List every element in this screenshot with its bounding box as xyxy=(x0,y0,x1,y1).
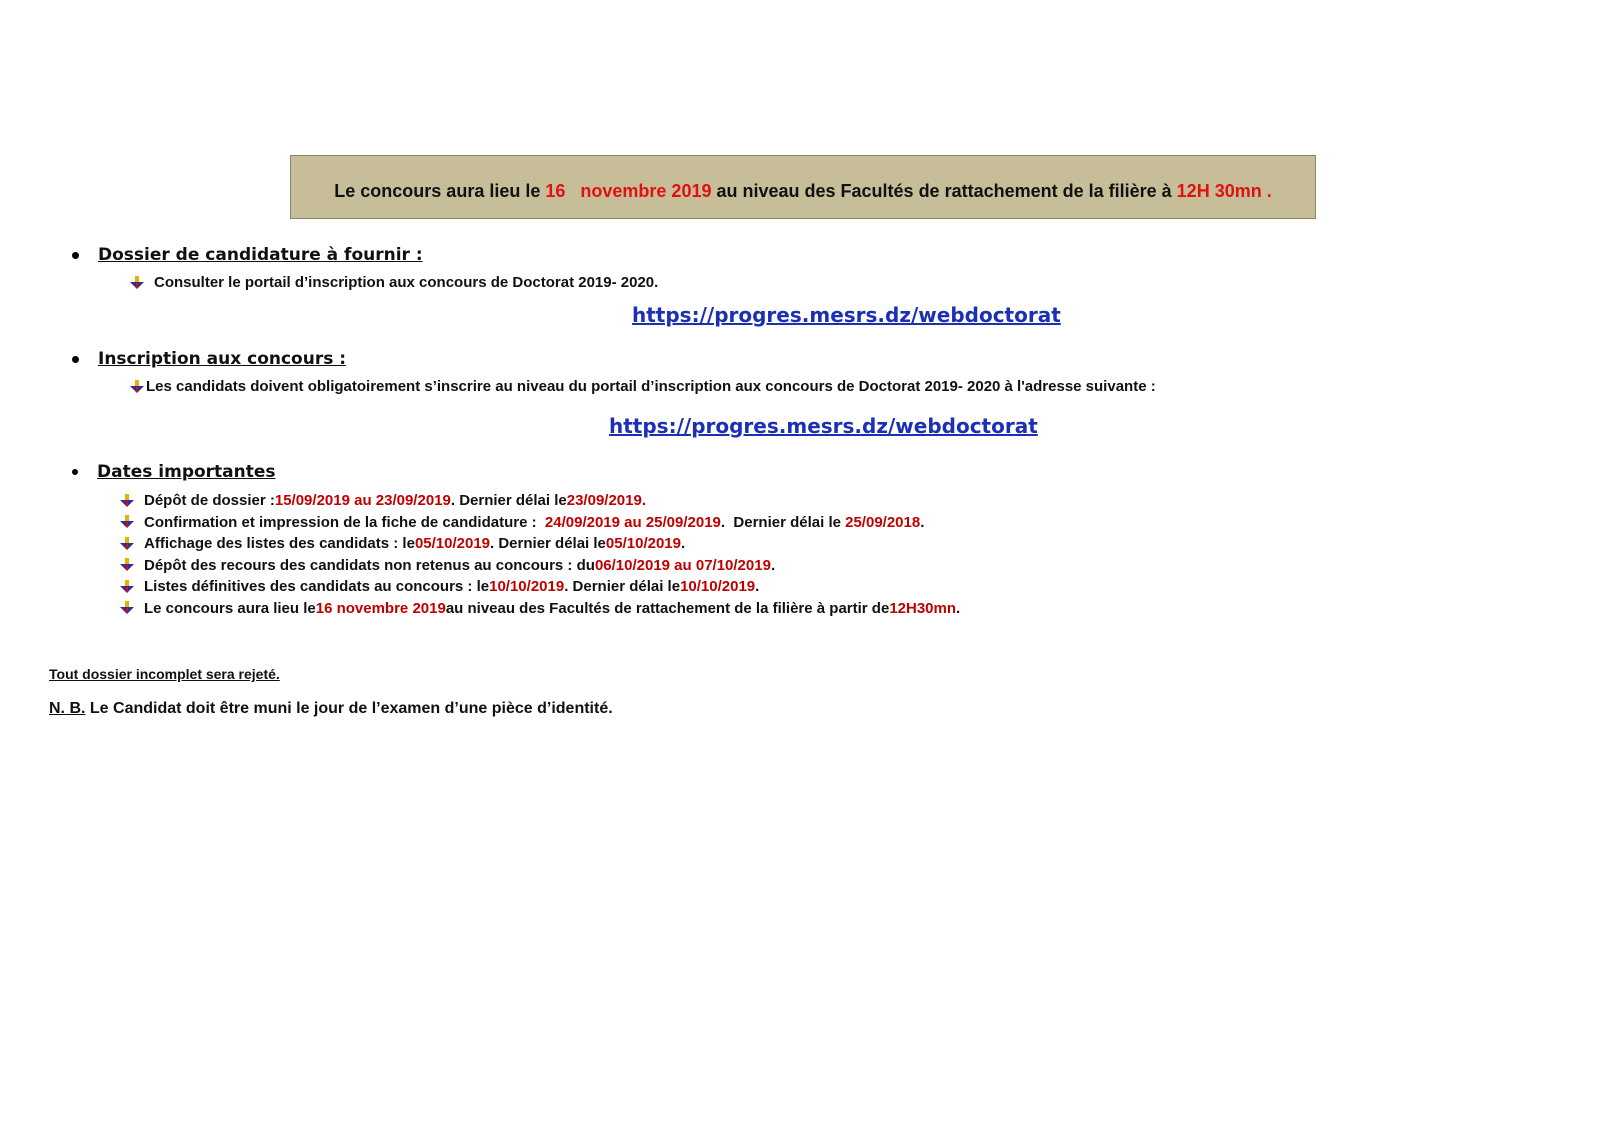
date-item: Dépôt des recours des candidats non rete… xyxy=(120,555,960,577)
banner-day: 16 xyxy=(545,180,566,201)
nb-note: N. B. Le Candidat doit être muni le jour… xyxy=(49,700,613,718)
banner-month-year: novembre 2019 xyxy=(580,180,712,201)
section-inscription-heading: Inscription aux concours : xyxy=(72,349,346,369)
arrow-down-bullet-icon xyxy=(130,275,144,289)
date-item: Confirmation et impression de la fiche d… xyxy=(120,512,960,534)
date-item: Le concours aura lieu le 16 novembre 201… xyxy=(120,598,960,620)
section-dates-title: Dates importantes xyxy=(97,462,276,482)
section-inscription-item: Les candidats doivent obligatoirement s’… xyxy=(130,378,1156,395)
banner-text: Le concours aura lieu le 16 novembre 201… xyxy=(334,181,1271,202)
date-item: Dépôt de dossier : 15/09/2019 au 23/09/2… xyxy=(120,490,960,512)
nb-label: N. B. xyxy=(49,700,86,717)
section-dates-heading: Dates importantes xyxy=(72,462,276,482)
nb-text: Le Candidat doit être muni le jour de l’… xyxy=(85,700,613,717)
date-item: Affichage des listes des candidats : le … xyxy=(120,533,960,555)
rejection-note: Tout dossier incomplet sera rejeté. xyxy=(49,666,280,682)
arrow-down-bullet-icon xyxy=(120,515,134,529)
section-dossier-heading: Dossier de candidature à fournir : xyxy=(72,245,423,265)
arrow-down-bullet-icon xyxy=(120,579,134,593)
portal-link-2[interactable]: https://progres.mesrs.dz/webdoctorat xyxy=(609,414,1038,438)
banner-part2: au niveau des Facultés de rattachement d… xyxy=(711,180,1177,201)
arrow-down-bullet-icon xyxy=(120,558,134,572)
arrow-down-bullet-icon xyxy=(120,493,134,507)
section-dossier-title: Dossier de candidature à fournir : xyxy=(98,245,423,265)
bullet-icon xyxy=(72,251,79,259)
section-inscription-title: Inscription aux concours : xyxy=(98,349,347,369)
bullet-icon xyxy=(72,469,78,475)
dates-list: Dépôt de dossier : 15/09/2019 au 23/09/2… xyxy=(120,490,960,619)
banner-time: 12H 30mn . xyxy=(1176,180,1272,201)
arrow-down-bullet-icon xyxy=(120,601,134,615)
bullet-icon xyxy=(72,355,79,363)
dossier-item-text: Consulter le portail d’inscription aux c… xyxy=(154,274,659,291)
date-item: Listes définitives des candidats au conc… xyxy=(120,576,960,598)
arrow-down-bullet-icon xyxy=(120,536,134,550)
inscription-item-text: Les candidats doivent obligatoirement s’… xyxy=(146,378,1156,395)
banner-part1: Le concours aura lieu le xyxy=(334,180,546,201)
portal-link-1[interactable]: https://progres.mesrs.dz/webdoctorat xyxy=(632,303,1061,327)
announcement-banner: Le concours aura lieu le 16 novembre 201… xyxy=(290,155,1316,219)
section-dossier-item: Consulter le portail d’inscription aux c… xyxy=(130,274,658,291)
arrow-down-bullet-icon xyxy=(130,379,144,393)
